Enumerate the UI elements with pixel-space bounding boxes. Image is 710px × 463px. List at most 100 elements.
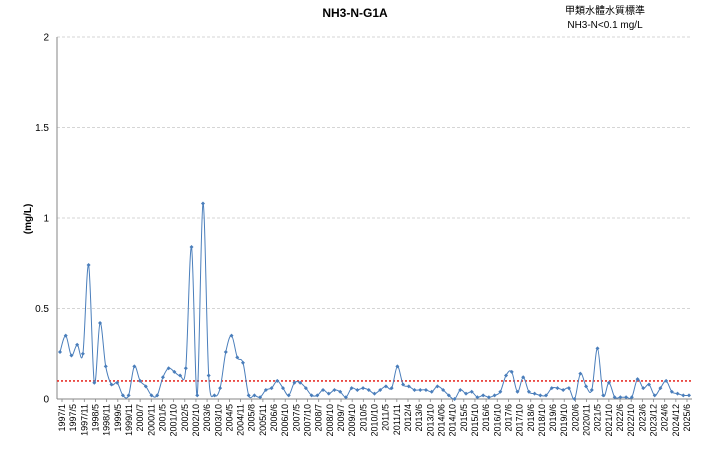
data-point <box>218 386 223 391</box>
y-axis-ticks: 0 0.5 1 1.5 2 <box>35 33 49 406</box>
x-tick-label: 2017/10 <box>515 404 525 437</box>
data-point <box>675 391 680 396</box>
x-tick-label: 2012/4 <box>403 404 413 432</box>
x-tick-label: 2021/10 <box>604 404 614 437</box>
series-area <box>58 201 691 401</box>
data-point <box>681 393 686 398</box>
data-point <box>183 366 188 371</box>
x-tick-label: 2015/5 <box>459 404 469 432</box>
data-point <box>252 393 257 398</box>
data-point <box>595 346 600 351</box>
x-tick-label: 2008/10 <box>325 404 335 437</box>
chart-title: NH3-N-G1A <box>322 6 388 20</box>
x-tick-label: 1997/5 <box>68 404 78 432</box>
x-tick-label: 2019/10 <box>559 404 569 437</box>
data-point <box>246 393 251 398</box>
x-tick-label: 2010/10 <box>370 404 380 437</box>
x-tick-label: 2016/6 <box>481 404 491 432</box>
x-tick-label: 2015/10 <box>470 404 480 437</box>
data-point <box>58 349 62 354</box>
x-tick-label: 2011/5 <box>381 404 391 431</box>
x-tick-label: 2018/10 <box>537 404 547 437</box>
x-tick-label: 2002/5 <box>180 404 190 432</box>
data-point <box>687 393 691 398</box>
x-tick-label: 2001/10 <box>169 404 179 437</box>
data-point <box>206 373 211 378</box>
x-tick-label: 2005/11 <box>258 404 268 436</box>
y-tick-label: 0 <box>43 395 49 406</box>
data-point <box>355 387 360 392</box>
x-tick-label: 2003/10 <box>213 404 223 437</box>
data-point <box>538 393 543 398</box>
x-tick-label: 2000/11 <box>146 404 156 436</box>
x-axis-ticks: 1997/1 1997/5 1997/11 1998/5 1998/11 1999/5 19… <box>57 399 692 437</box>
x-tick-label: 1997/11 <box>79 404 89 436</box>
data-point <box>98 320 103 325</box>
x-tick-label: 2022/6 <box>615 404 625 432</box>
x-tick-label: 2005/8 <box>247 404 257 432</box>
x-tick-label: 2013/6 <box>414 404 424 432</box>
x-tick-label: 2003/6 <box>202 404 212 432</box>
x-tick-label: 2014/06 <box>437 404 447 437</box>
data-point <box>555 386 560 391</box>
grid-lines <box>57 36 692 309</box>
data-point <box>223 349 228 354</box>
data-point <box>326 391 331 396</box>
data-point <box>126 393 131 398</box>
y-tick-label: 0.5 <box>35 304 49 315</box>
x-tick-label: 1998/5 <box>91 404 101 432</box>
data-point <box>412 387 417 392</box>
x-tick-label: 2017/6 <box>503 404 513 432</box>
data-point <box>372 391 377 396</box>
x-tick-label: 2010/5 <box>358 404 368 432</box>
data-point <box>418 387 423 392</box>
x-tick-label: 2023/6 <box>637 404 647 432</box>
x-tick-label: 2014/10 <box>448 404 458 437</box>
x-tick-label: 2020/11 <box>582 404 592 436</box>
x-tick-label: 2013/10 <box>425 404 435 437</box>
y-axis-label: (mg/L) <box>23 204 34 235</box>
data-point <box>481 393 486 398</box>
data-point <box>160 375 165 380</box>
chart: NH3-N-G1A 甲類水體水質標準 NH3-N<0.1 mg/L (mg/L)… <box>23 4 692 437</box>
x-tick-label: 2002/10 <box>191 404 201 437</box>
x-tick-label: 2009/7 <box>336 404 346 432</box>
data-point <box>561 387 566 392</box>
standard-annotation-line-1: 甲類水體水質標準 <box>565 4 645 17</box>
data-point <box>189 244 194 249</box>
x-tick-label: 2004/5 <box>224 404 234 432</box>
x-tick-label: 2018/6 <box>526 404 536 432</box>
standard-annotation-line-2: NH3-N<0.1 mg/L <box>567 20 643 31</box>
x-tick-label: 2007/5 <box>291 404 301 432</box>
data-point <box>103 364 108 369</box>
y-tick-label: 2 <box>43 33 49 44</box>
x-tick-label: 2021/5 <box>593 404 603 432</box>
x-tick-label: 2022/10 <box>626 404 636 437</box>
data-point <box>361 386 366 391</box>
data-point <box>383 384 388 389</box>
x-tick-label: 2006/6 <box>269 404 279 432</box>
data-point <box>589 387 594 392</box>
x-tick-label: 2016/10 <box>492 404 502 437</box>
data-point <box>80 351 85 356</box>
x-tick-label: 2004/11 <box>236 404 246 436</box>
x-tick-label: 2019/6 <box>548 404 558 432</box>
y-tick-label: 1.5 <box>35 123 49 134</box>
x-tick-label: 1999/5 <box>113 404 123 432</box>
x-tick-label: 2024/6 <box>660 404 670 432</box>
x-tick-label: 2001/5 <box>157 404 167 432</box>
data-point <box>109 382 114 387</box>
y-tick-label: 1 <box>43 214 49 225</box>
x-tick-label: 1999/11 <box>124 404 134 436</box>
data-point <box>532 391 537 396</box>
data-point <box>200 201 205 206</box>
data-point <box>332 387 337 392</box>
data-point <box>212 393 217 398</box>
x-tick-label: 1997/1 <box>57 404 67 432</box>
x-tick-label: 2009/10 <box>347 404 357 437</box>
x-tick-label: 1998/11 <box>102 404 112 436</box>
data-point <box>601 393 606 398</box>
x-tick-label: 2023/12 <box>649 404 659 437</box>
x-tick-label: 2025/6 <box>682 404 692 432</box>
x-tick-label: 2008/7 <box>314 404 324 432</box>
